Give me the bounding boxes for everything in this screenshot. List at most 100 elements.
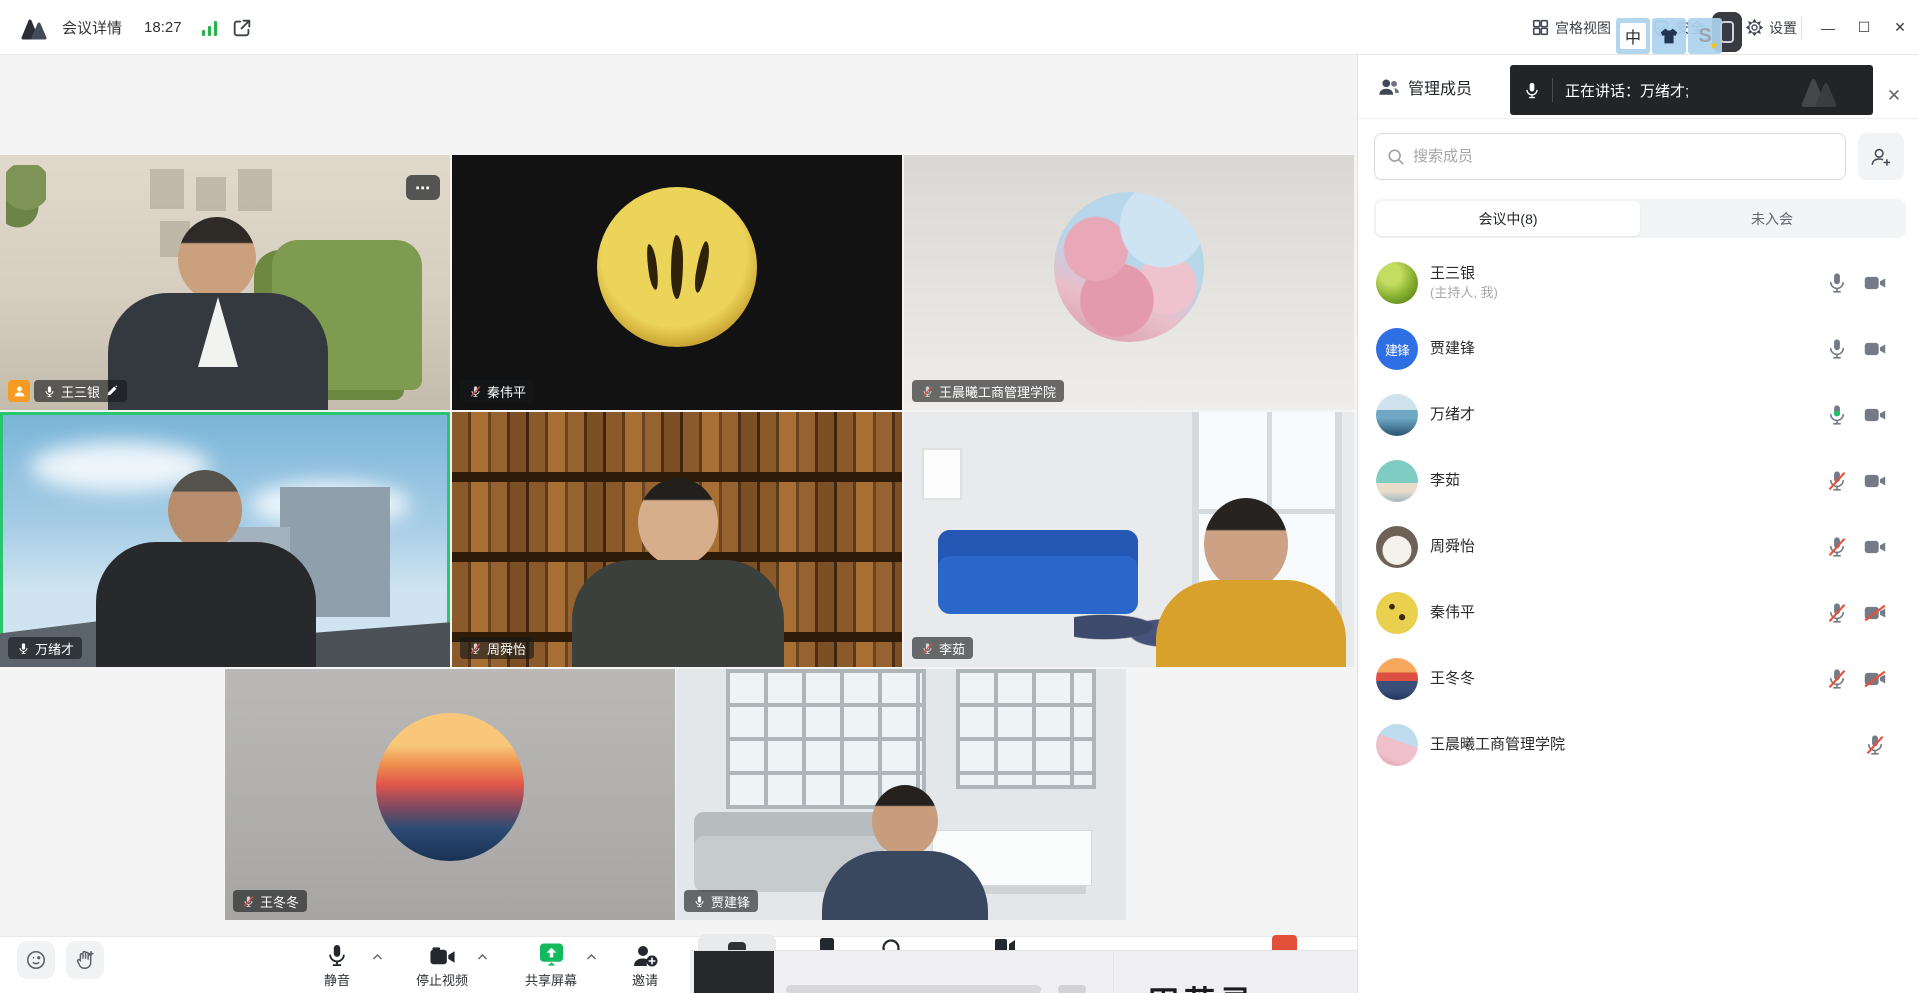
camera-off-icon — [1863, 670, 1887, 688]
video-tile[interactable]: ⋯ 王三银 — [0, 155, 450, 410]
search-input[interactable] — [1413, 148, 1833, 165]
participant-body — [822, 851, 988, 920]
divider — [1801, 17, 1802, 39]
share-export-icon[interactable] — [231, 17, 253, 39]
video-tile[interactable]: 贾建锋 — [676, 669, 1126, 920]
name-badge: 周舜怡 — [460, 637, 534, 659]
participant-face — [1204, 498, 1288, 590]
mic-on-icon — [42, 384, 56, 398]
name-badge: 贾建锋 — [684, 890, 758, 912]
video-tile[interactable]: 李茹 — [904, 412, 1354, 667]
panel-title: 管理成员 — [1408, 75, 1472, 99]
reactions-button[interactable] — [17, 941, 55, 979]
video-frame — [922, 448, 962, 500]
participant-name: 王晨曦工商管理学院 — [939, 382, 1056, 401]
stop-video-button[interactable]: 停止视频 — [394, 941, 490, 989]
member-list: 王三银 (主持人, 我) 建锋 贾建锋 — [1358, 250, 1918, 778]
participant-name: 周舜怡 — [487, 639, 526, 658]
overlapping-window: 田芳灵 — [690, 950, 1357, 993]
tab-not-joined[interactable]: 未入会 — [1640, 201, 1904, 236]
chevron-up-icon[interactable] — [586, 953, 597, 961]
settings-button[interactable]: 设置 — [1745, 18, 1799, 38]
minimize-button[interactable]: — — [1810, 0, 1846, 55]
video-tile[interactable]: 周舜怡 — [452, 412, 902, 667]
member-row[interactable]: 王冬冬 — [1358, 646, 1918, 712]
avatar — [1376, 724, 1418, 766]
share-screen-icon — [538, 941, 565, 968]
member-camera-button[interactable] — [1862, 274, 1888, 292]
video-tile[interactable]: 王晨曦工商管理学院 — [904, 155, 1354, 410]
member-camera-button[interactable] — [1862, 604, 1888, 622]
grid-view-button[interactable]: 宫格视图 — [1532, 18, 1626, 38]
member-mic-button[interactable] — [1824, 470, 1850, 492]
member-camera-button[interactable] — [1862, 406, 1888, 424]
participant-name: 李茹 — [939, 639, 965, 658]
overlapping-window-text: 田芳灵 — [1148, 977, 1256, 993]
close-panel-button[interactable]: ✕ — [1879, 81, 1909, 111]
overlapping-window-dark-block — [694, 951, 774, 993]
tile-more-button[interactable]: ⋯ — [406, 175, 440, 200]
maximize-button[interactable]: ☐ — [1846, 0, 1882, 55]
member-camera-button[interactable] — [1862, 472, 1888, 490]
mic-muted-icon — [468, 384, 482, 398]
video-tile[interactable]: 王冬冬 — [225, 669, 675, 920]
member-tabs: 会议中(8) 未入会 — [1374, 199, 1906, 238]
close-window-button[interactable]: ✕ — [1882, 0, 1918, 55]
edit-name-icon[interactable] — [105, 384, 119, 398]
raise-hand-button[interactable] — [66, 941, 104, 979]
avatar — [1376, 526, 1418, 568]
chevron-up-icon[interactable] — [372, 953, 383, 961]
video-tile[interactable]: 秦伟平 — [452, 155, 902, 410]
avatar — [1376, 592, 1418, 634]
member-mic-button[interactable] — [1824, 668, 1850, 690]
member-mic-button[interactable] — [1824, 338, 1850, 360]
member-row[interactable]: 王晨曦工商管理学院 — [1358, 712, 1918, 778]
member-camera-button[interactable] — [1862, 340, 1888, 358]
avatar — [1376, 658, 1418, 700]
members-icon — [1378, 77, 1400, 97]
participant-face — [168, 470, 242, 550]
tab-in-meeting[interactable]: 会议中(8) — [1376, 201, 1640, 236]
ime-language-button[interactable]: 中 — [1616, 18, 1650, 54]
ime-skin-icon[interactable] — [1652, 18, 1686, 54]
member-mic-button[interactable] — [1824, 404, 1850, 426]
member-mic-button[interactable] — [1824, 536, 1850, 558]
add-member-button[interactable] — [1858, 133, 1904, 180]
mute-button[interactable]: 静音 — [289, 941, 385, 989]
participant-name: 王三银 — [61, 382, 100, 401]
watermark-logo-icon — [1793, 73, 1845, 109]
ime-logo-button[interactable]: S★ — [1688, 18, 1722, 54]
grid-view-icon — [1532, 19, 1549, 36]
video-tile-speaking[interactable]: 万绪才 — [0, 412, 450, 667]
member-name: 秦伟平 — [1430, 603, 1824, 623]
meeting-timer: 18:27 — [144, 19, 182, 36]
member-camera-button[interactable] — [1862, 670, 1888, 688]
camera-on-icon — [1863, 274, 1887, 292]
member-name: 万绪才 — [1430, 405, 1824, 425]
name-badge: 王晨曦工商管理学院 — [912, 380, 1064, 402]
raise-hand-icon — [74, 949, 96, 971]
member-search[interactable] — [1374, 133, 1846, 180]
member-row[interactable]: 周舜怡 — [1358, 514, 1918, 580]
meeting-details-button[interactable]: 会议详情 — [62, 17, 122, 38]
member-camera-button[interactable] — [1862, 734, 1888, 756]
divider — [1113, 951, 1114, 993]
member-camera-button[interactable] — [1862, 538, 1888, 556]
camera-icon — [429, 941, 456, 968]
mic-muted-icon — [468, 641, 482, 655]
chevron-up-icon[interactable] — [477, 953, 488, 961]
member-row[interactable]: 万绪才 — [1358, 382, 1918, 448]
member-row[interactable]: 李茹 — [1358, 448, 1918, 514]
share-screen-button[interactable]: 共享屏幕 — [503, 941, 599, 989]
name-badge: 万绪才 — [8, 637, 82, 659]
member-row[interactable]: 建锋 贾建锋 — [1358, 316, 1918, 382]
camera-on-icon — [1863, 406, 1887, 424]
member-mic-button[interactable] — [1824, 272, 1850, 294]
member-row[interactable]: 王三银 (主持人, 我) — [1358, 250, 1918, 316]
member-mic-button[interactable] — [1824, 602, 1850, 624]
network-signal-icon — [202, 20, 217, 36]
mic-muted-icon — [1827, 668, 1847, 690]
invite-button[interactable]: 邀请 — [597, 941, 693, 989]
member-row[interactable]: 秦伟平 — [1358, 580, 1918, 646]
avatar — [1376, 460, 1418, 502]
